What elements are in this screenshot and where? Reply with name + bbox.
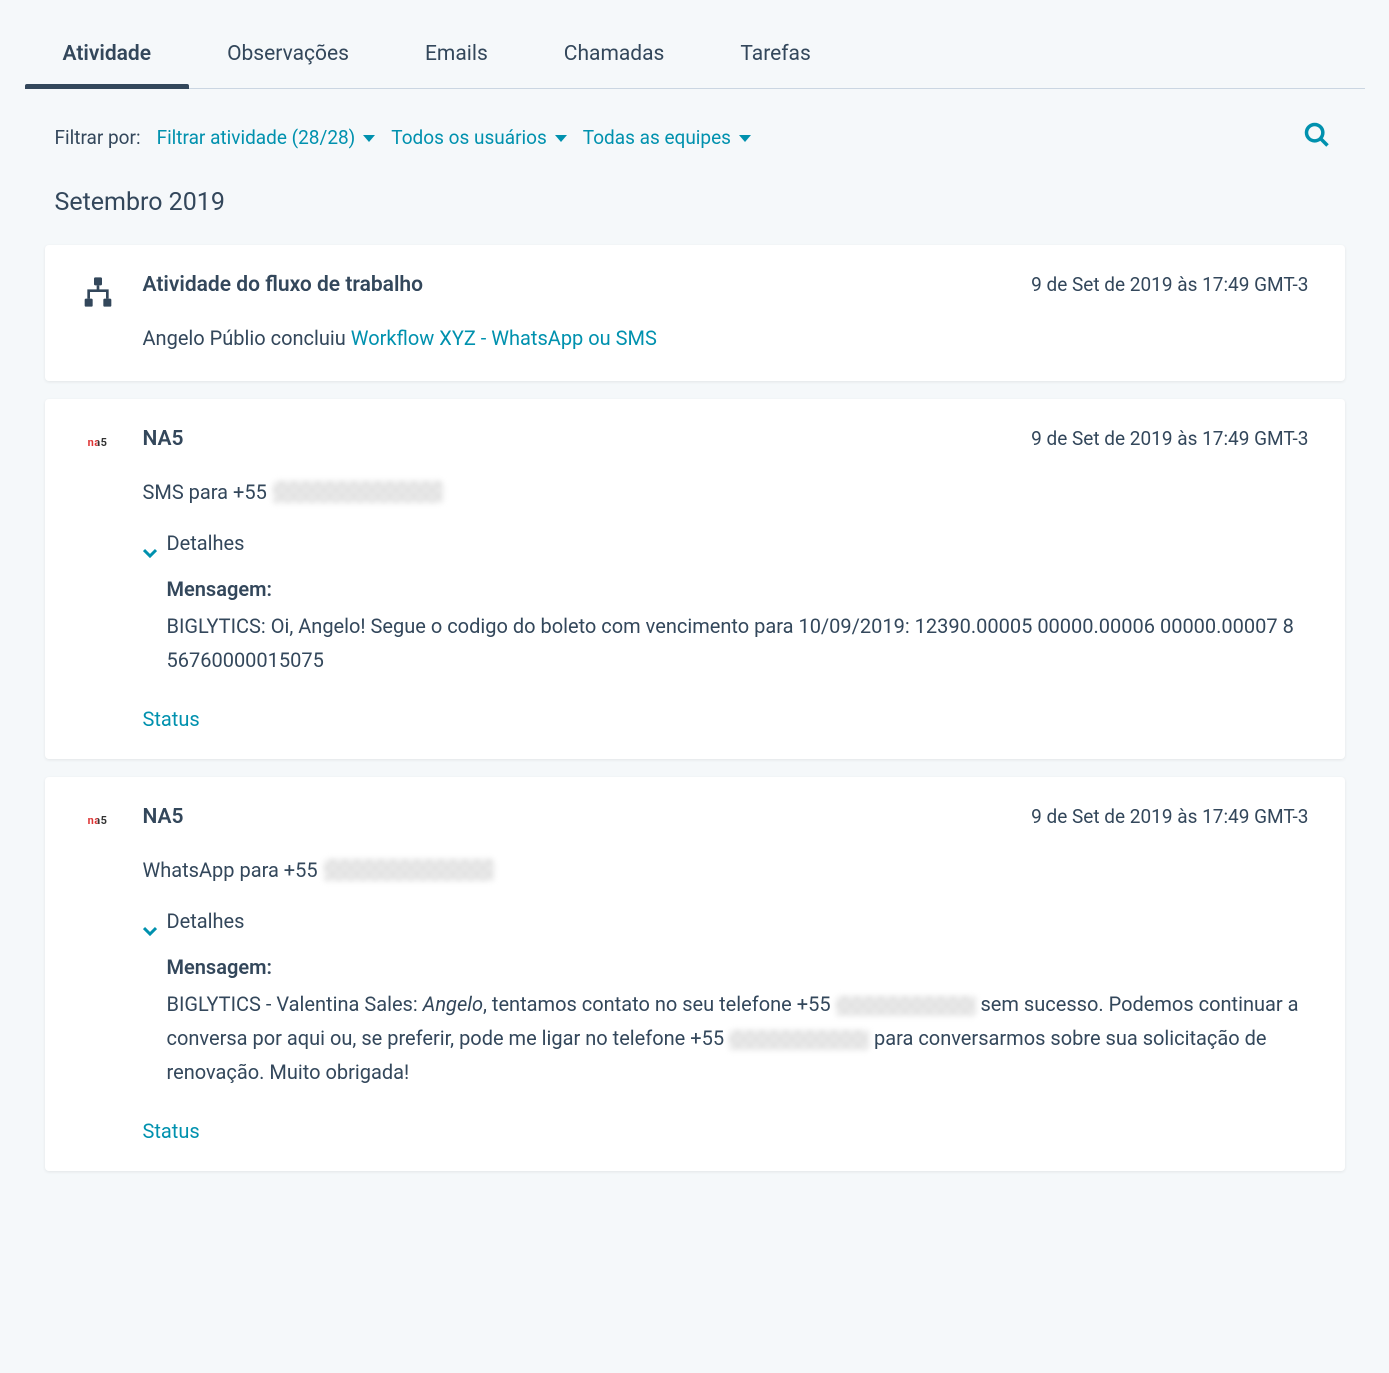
workflow-link[interactable]: Workflow XYZ - WhatsApp ou SMS xyxy=(351,326,657,350)
caret-down-icon xyxy=(739,135,751,142)
filter-teams-label: Todas as equipes xyxy=(583,126,731,149)
message-label: Mensagem: xyxy=(167,577,1309,601)
details-toggle-label: Detalhes xyxy=(167,531,245,555)
filter-teams-dropdown[interactable]: Todas as equipes xyxy=(583,126,751,149)
message-body: BIGLYTICS - Valentina Sales: Angelo, ten… xyxy=(167,987,1309,1089)
search-icon xyxy=(1303,121,1331,149)
tab-atividade[interactable]: Atividade xyxy=(55,20,160,88)
redacted-phone xyxy=(273,481,443,503)
month-header: Setembro 2019 xyxy=(25,168,1365,227)
redacted-phone xyxy=(729,1030,869,1050)
details-toggle-label: Detalhes xyxy=(167,909,245,933)
card-description-text: Angelo Públio concluiu xyxy=(143,326,351,350)
search-button[interactable] xyxy=(1299,117,1335,158)
filter-row: Filtrar por: Filtrar atividade (28/28) T… xyxy=(25,89,1365,168)
na5-logo-icon: na5 xyxy=(81,811,115,829)
filter-label: Filtrar por: xyxy=(55,126,141,149)
card-title: Atividade do fluxo de trabalho xyxy=(143,273,424,297)
chevron-down-icon xyxy=(143,539,157,547)
card-timestamp: 9 de Set de 2019 às 17:49 GMT-3 xyxy=(1031,805,1308,828)
details-toggle[interactable]: Detalhes xyxy=(143,909,1309,933)
card-description-text: SMS para +55 xyxy=(143,477,267,507)
status-link[interactable]: Status xyxy=(143,707,1309,731)
activity-card-workflow: Atividade do fluxo de trabalho 9 de Set … xyxy=(45,245,1345,381)
activity-card-na5-sms: na5 NA5 9 de Set de 2019 às 17:49 GMT-3 … xyxy=(45,399,1345,759)
message-body: BIGLYTICS: Oi, Angelo! Segue o codigo do… xyxy=(167,609,1309,677)
card-timestamp: 9 de Set de 2019 às 17:49 GMT-3 xyxy=(1031,427,1308,450)
chevron-down-icon xyxy=(143,917,157,925)
caret-down-icon xyxy=(555,135,567,142)
caret-down-icon xyxy=(363,135,375,142)
card-timestamp: 9 de Set de 2019 às 17:49 GMT-3 xyxy=(1031,273,1308,296)
tabs: Atividade Observações Emails Chamadas Ta… xyxy=(25,20,1365,89)
activity-card-na5-whatsapp: na5 NA5 9 de Set de 2019 às 17:49 GMT-3 … xyxy=(45,777,1345,1171)
tab-chamadas[interactable]: Chamadas xyxy=(556,20,673,88)
card-title: NA5 xyxy=(143,805,184,829)
filter-activity-label: Filtrar atividade (28/28) xyxy=(157,126,356,149)
tab-observacoes[interactable]: Observações xyxy=(219,20,357,88)
details-toggle[interactable]: Detalhes xyxy=(143,531,1309,555)
workflow-icon xyxy=(81,275,115,309)
status-link[interactable]: Status xyxy=(143,1119,1309,1143)
redacted-phone xyxy=(836,996,976,1016)
filter-users-dropdown[interactable]: Todos os usuários xyxy=(391,126,566,149)
card-description-text: WhatsApp para +55 xyxy=(143,855,318,885)
redacted-phone xyxy=(324,859,494,881)
card-title: NA5 xyxy=(143,427,184,451)
tab-emails[interactable]: Emails xyxy=(417,20,496,88)
tab-tarefas[interactable]: Tarefas xyxy=(732,20,818,88)
filter-activity-dropdown[interactable]: Filtrar atividade (28/28) xyxy=(157,126,376,149)
message-label: Mensagem: xyxy=(167,955,1309,979)
na5-logo-icon: na5 xyxy=(81,433,115,451)
filter-users-label: Todos os usuários xyxy=(391,126,546,149)
